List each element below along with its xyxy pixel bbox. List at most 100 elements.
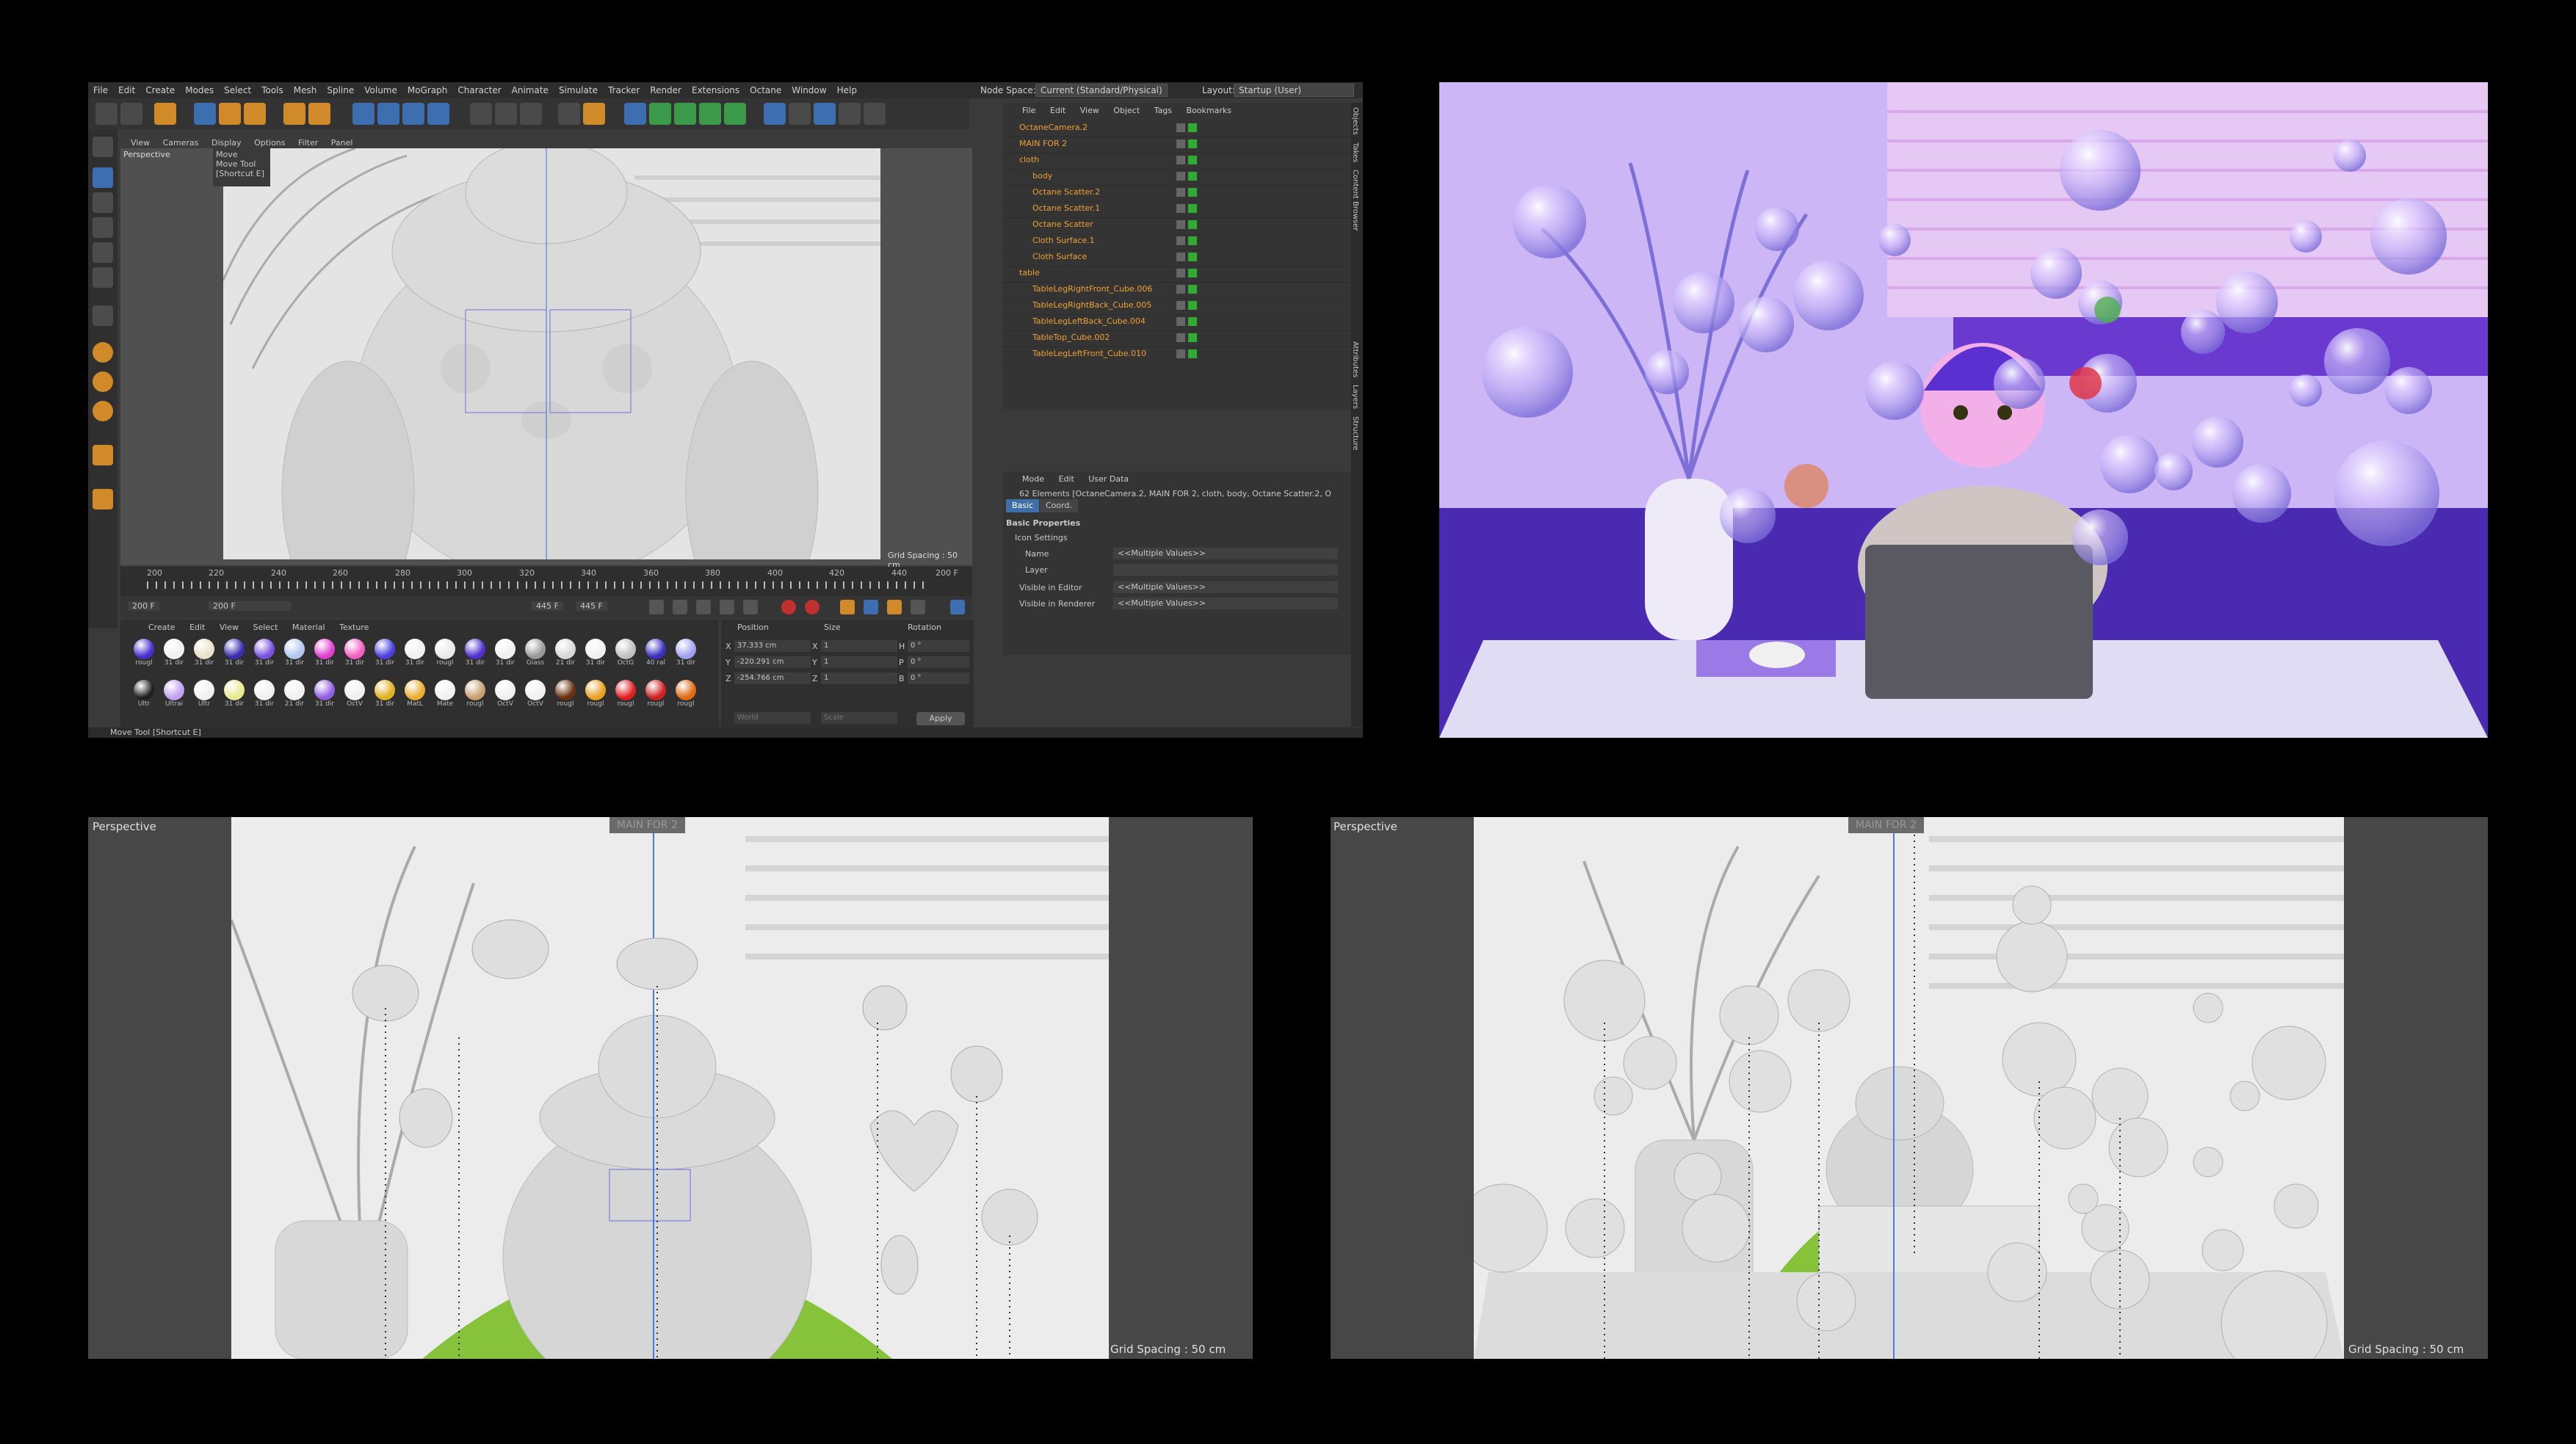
material-swatch[interactable]: 31 dir [373, 680, 397, 715]
mograph-icon[interactable] [724, 103, 746, 125]
obj-menu-object[interactable]: Object [1107, 103, 1146, 118]
subdivision-icon[interactable] [649, 103, 671, 125]
material-swatch[interactable]: rougl [644, 680, 667, 715]
enabled-check-icon[interactable] [1188, 188, 1197, 197]
make-editable-icon[interactable] [93, 137, 113, 157]
material-swatch[interactable]: 31 dir [313, 639, 336, 674]
quantize-icon[interactable] [93, 401, 113, 421]
material-swatch[interactable]: rougl [584, 680, 607, 715]
visibility-toggle-icon[interactable] [1176, 285, 1185, 294]
enabled-check-icon[interactable] [1188, 172, 1197, 181]
end-frame-field[interactable]: 445 F [532, 601, 563, 611]
play-icon[interactable] [696, 600, 711, 614]
visibility-toggle-icon[interactable] [1176, 172, 1185, 181]
apply-button[interactable]: Apply [916, 712, 965, 725]
object-row[interactable]: MAIN FOR 2 [1003, 137, 1351, 153]
enabled-check-icon[interactable] [1188, 285, 1197, 294]
attr-icon-settings[interactable]: Icon Settings [1015, 533, 1068, 543]
material-swatch[interactable]: Glass [524, 639, 547, 674]
object-row[interactable]: TableLegRightBack_Cube.005 [1003, 298, 1351, 315]
pos-z-field[interactable]: -254.766 cm [734, 672, 811, 684]
spline-pen-icon[interactable] [764, 103, 786, 125]
br-camera-tag[interactable]: MAIN FOR 2 [1848, 817, 1924, 833]
material-swatch[interactable]: 31 dir [283, 639, 306, 674]
menu-render[interactable]: Render [645, 82, 687, 95]
material-swatch[interactable]: rougl [614, 680, 637, 715]
attr-menu-mode[interactable]: Mode [1016, 471, 1050, 487]
material-swatch[interactable]: 31 dir [313, 680, 336, 715]
key-param-icon[interactable] [911, 600, 925, 614]
material-swatch[interactable]: 21 dir [283, 680, 306, 715]
pos-y-field[interactable]: -220.291 cm [734, 656, 811, 668]
attr-vis-editor-dropdown[interactable]: <<Multiple Values>> [1113, 581, 1338, 593]
scale-tool-icon[interactable] [219, 103, 241, 125]
attr-layer-field[interactable] [1113, 564, 1338, 576]
material-swatch[interactable]: OctV [343, 680, 366, 715]
rot-h-field[interactable]: 0 ° [908, 640, 969, 652]
recent-tools-icon[interactable] [283, 103, 305, 125]
transform-icon[interactable] [308, 103, 330, 125]
size-x-field[interactable]: 1 [821, 640, 897, 652]
visibility-toggle-icon[interactable] [1176, 123, 1185, 132]
enabled-check-icon[interactable] [1188, 220, 1197, 229]
redo-icon[interactable] [120, 103, 142, 125]
material-swatch[interactable]: Ultr [192, 680, 216, 715]
enabled-check-icon[interactable] [1188, 204, 1197, 213]
attr-menu-edit[interactable]: Edit [1052, 471, 1079, 487]
menu-extensions[interactable]: Extensions [687, 82, 745, 95]
side-tab-structure[interactable]: Structure [1351, 416, 1359, 451]
object-row[interactable]: Octane Scatter.1 [1003, 201, 1351, 218]
x-axis-lock-icon[interactable] [352, 103, 375, 125]
move-tool-icon[interactable] [194, 103, 216, 125]
material-swatch[interactable]: 31 dir [253, 680, 276, 715]
tab-coord[interactable]: Coord. [1040, 499, 1078, 512]
menu-animate[interactable]: Animate [507, 82, 554, 95]
visibility-toggle-icon[interactable] [1176, 139, 1185, 148]
texture-mode-icon[interactable] [93, 192, 113, 213]
autokey-icon[interactable] [805, 600, 820, 614]
edges-mode-icon[interactable] [93, 242, 113, 263]
material-swatch[interactable]: 31 dir [674, 639, 698, 674]
material-menu-select[interactable]: Select [247, 620, 283, 635]
menu-create[interactable]: Create [140, 82, 180, 95]
coord-mode-dropdown[interactable]: World [734, 712, 811, 724]
viewport-menu-display[interactable]: Display [211, 138, 242, 148]
viewport-menu-cameras[interactable]: Cameras [163, 138, 199, 148]
menu-tools[interactable]: Tools [256, 82, 289, 95]
material-swatch[interactable]: 31 dir [493, 639, 517, 674]
key-rotation-icon[interactable] [887, 600, 902, 614]
material-swatch[interactable]: 21 dir [554, 639, 577, 674]
rotate-tool-icon[interactable] [244, 103, 266, 125]
side-tab-attributes[interactable]: Attributes [1351, 341, 1359, 377]
size-y-field[interactable]: 1 [821, 656, 897, 668]
material-swatch[interactable]: rougl [463, 680, 487, 715]
material-swatch[interactable]: Ultrai [162, 680, 186, 715]
key-position-icon[interactable] [840, 600, 855, 614]
menu-tracker[interactable]: Tracker [603, 82, 645, 95]
model-mode-icon[interactable] [93, 167, 113, 188]
enabled-check-icon[interactable] [1188, 317, 1197, 326]
visibility-toggle-icon[interactable] [1176, 317, 1185, 326]
size-z-field[interactable]: 1 [821, 672, 897, 684]
pos-x-field[interactable]: 37.333 cm [734, 640, 811, 652]
object-row[interactable]: body [1003, 169, 1351, 186]
enabled-check-icon[interactable] [1188, 236, 1197, 245]
render-view-icon[interactable] [470, 103, 492, 125]
enabled-check-icon[interactable] [1188, 253, 1197, 261]
material-swatch[interactable]: Ultr [132, 680, 156, 715]
material-swatch[interactable]: 31 dir [222, 639, 246, 674]
max-frame-field[interactable]: 445 F [576, 601, 607, 611]
render-settings-icon[interactable] [520, 103, 542, 125]
enabled-check-icon[interactable] [1188, 349, 1197, 358]
workplane-icon[interactable] [93, 445, 113, 465]
coordinate-system-icon[interactable] [427, 103, 449, 125]
visibility-toggle-icon[interactable] [1176, 253, 1185, 261]
attr-menu-userdata[interactable]: User Data [1082, 471, 1135, 487]
enabled-check-icon[interactable] [1188, 156, 1197, 164]
bottom-right-viewport[interactable]: Perspective MAIN FOR 2 Grid Spacing : 50… [1331, 817, 2488, 1359]
material-swatch[interactable]: MatL [403, 680, 427, 715]
material-swatch[interactable]: 31 dir [343, 639, 366, 674]
menu-help[interactable]: Help [832, 82, 862, 95]
viewport-menu-view[interactable]: View [131, 138, 150, 148]
points-mode-icon[interactable] [93, 217, 113, 238]
